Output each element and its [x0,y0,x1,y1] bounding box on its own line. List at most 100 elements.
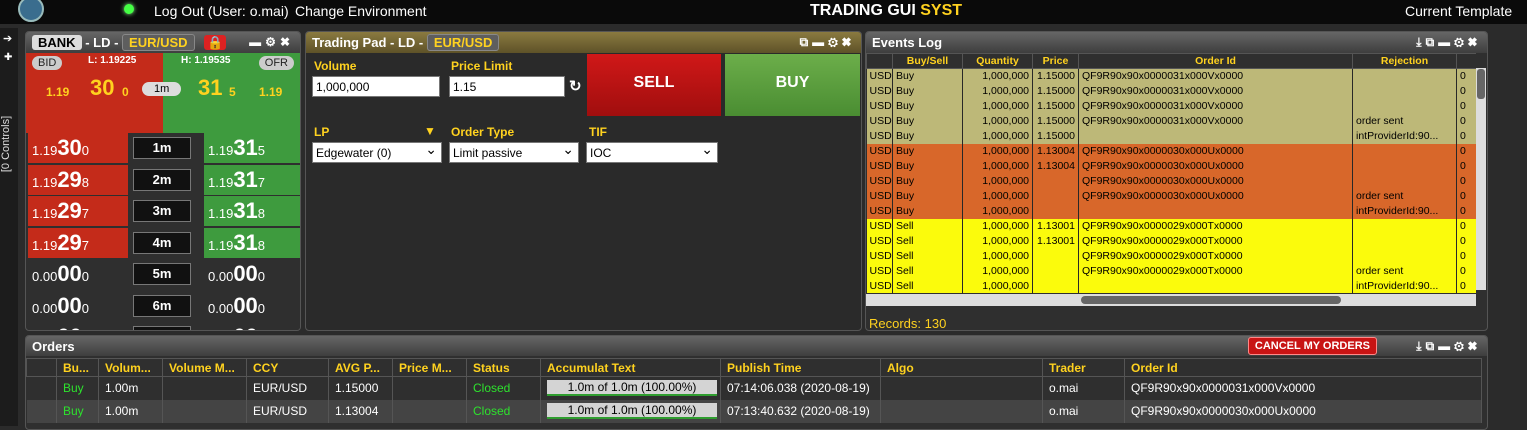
orders-column-header[interactable]: Algo [880,358,1043,377]
events-row[interactable]: USD Buy 1,000,000 1.15000 QF9R90x90x0000031x… [866,68,1476,84]
events-row[interactable]: USD Sell 1,000,000 QF9R90x90x0000029x000Tx0… [866,248,1476,264]
size-tag[interactable]: 1m [142,82,182,96]
events-row[interactable]: USD Buy 1,000,000 1.15000 QF9R90x90x0000031x… [866,83,1476,99]
popout-icon[interactable]: ⧉ [1426,35,1439,49]
minimize-icon[interactable]: ▬ [249,35,265,49]
ladder-size-button[interactable]: 1m [133,137,191,159]
settings-icon[interactable]: ⚙ [1454,339,1468,353]
ladder-ofr-cell[interactable]: 1.19315 [204,133,300,163]
events-vscrollbar[interactable] [1476,68,1486,290]
download-icon[interactable]: ⤓ [1416,35,1425,49]
orders-column-header[interactable]: Bu... [56,358,99,377]
logout-link[interactable]: Log Out (User: o.mai) [154,3,289,19]
events-row[interactable]: USD Buy 1,000,000 1.13004 QF9R90x90x0000030x… [866,143,1476,159]
settings-icon[interactable]: ⚙ [828,35,842,49]
tif-select[interactable]: IOC [586,142,718,163]
price-limit-input[interactable]: 1.15 [449,76,565,97]
orders-row[interactable]: Buy 1.00m EUR/USD 1.13004 Closed 1.0m of 1.0m… [26,399,1482,423]
orders-row[interactable]: Buy 1.00m EUR/USD 1.15000 Closed 1.0m of 1.0m… [26,376,1482,400]
orders-column-header[interactable]: CCY [246,358,329,377]
ladder-size-button[interactable]: 3m [133,200,191,222]
minimize-icon[interactable]: ▬ [1438,339,1454,353]
buy-button[interactable]: BUY [725,54,860,116]
volume-input[interactable]: 1,000,000 [312,76,440,97]
ladder-size-button[interactable]: 4m [133,231,191,254]
ladder-ofr-cell[interactable]: 0.00000 [204,290,300,321]
events-row[interactable]: USD Buy 1,000,000 1.13004 QF9R90x90x0000030x… [866,158,1476,174]
minimize-icon[interactable]: ▬ [1438,35,1454,49]
close-icon[interactable]: ✖ [280,35,294,49]
expand-arrow-icon[interactable]: ➔ [3,32,12,45]
ladder-bid-cell[interactable]: 1.19298 [28,164,128,195]
ladder-size-button[interactable]: 2m [133,168,191,191]
events-row[interactable]: USD Buy 1,000,000 QF9R90x90x0000030x000Ux00… [866,173,1476,189]
events-row[interactable]: USD Sell 1,000,000 QF9R90x90x0000029x000Tx0… [866,263,1476,279]
events-column-header[interactable] [866,53,893,69]
download-icon[interactable]: ⤓ [1416,339,1425,353]
ladder-size-button[interactable]: 7m [133,326,191,330]
events-hscrollbar[interactable] [866,294,1476,306]
close-icon[interactable]: ✖ [842,35,855,49]
pin-icon[interactable]: ✚ [4,52,12,63]
ladder-size-button[interactable]: 6m [133,294,191,317]
controls-sidebar[interactable]: ➔ ✚ [0 Controls] [0,28,18,426]
orders-column-header[interactable]: Volum... [98,358,163,377]
minimize-icon[interactable]: ▬ [812,35,828,49]
events-row[interactable]: USD Sell 1,000,000 1.13001 QF9R90x90x0000029… [866,218,1476,234]
orders-column-header[interactable]: Volume M... [162,358,247,377]
events-column-header[interactable] [1456,53,1476,69]
events-row[interactable]: USD Buy 1,000,000 intProviderId:90... 0 [866,203,1476,219]
pad-ccy-selector[interactable]: EUR/USD [426,34,500,51]
events-row[interactable]: USD Buy 1,000,000 QF9R90x90x0000030x000Ux00… [866,188,1476,204]
orders-column-header[interactable]: Trader [1042,358,1125,377]
orders-column-header[interactable]: Status [466,358,541,377]
filter-icon[interactable]: ▼ [424,124,436,138]
orders-column-header[interactable]: AVG P... [328,358,393,377]
current-template-menu[interactable]: Current Template [1405,3,1512,19]
close-icon[interactable]: ✖ [1468,35,1481,49]
orders-column-header[interactable] [26,358,57,377]
change-environment-link[interactable]: Change Environment [295,3,427,19]
events-row[interactable]: USD Buy 1,000,000 1.15000 intProviderId:90..… [866,128,1476,144]
lp-select[interactable]: Edgewater (0) [312,142,442,163]
ofr-quote[interactable]: OFR H: 1.19535 31 5 1.19 [163,53,300,133]
settings-icon[interactable]: ⚙ [1454,35,1468,49]
refresh-icon[interactable]: ↻ [569,77,582,95]
cancel-my-orders-button[interactable]: CANCEL MY ORDERS [1247,337,1377,355]
events-row[interactable]: USD Buy 1,000,000 1.15000 QF9R90x90x0000031x… [866,98,1476,114]
events-column-header[interactable]: Rejection [1352,53,1457,69]
orders-column-header[interactable]: Accumulat Text [540,358,721,377]
events-column-header[interactable]: Order Id [1078,53,1353,69]
ladder-bid-cell[interactable]: 0.00000 [28,322,128,330]
settings-icon[interactable]: ⚙ [265,35,280,49]
lock-icon[interactable]: 🔒 [204,35,227,50]
order-type-select[interactable]: Limit passive [449,142,579,163]
events-column-header[interactable]: Quantity [962,53,1033,69]
orders-column-header[interactable]: Price M... [392,358,467,377]
orders-column-header[interactable]: Order Id [1124,358,1482,377]
ladder-bid-cell[interactable]: 0.00000 [28,259,128,289]
ladder-ofr-cell[interactable]: 0.00000 [204,322,300,330]
events-row[interactable]: USD Sell 1,000,000 1.13001 QF9R90x90x0000029… [866,233,1476,249]
events-column-header[interactable]: Price [1032,53,1079,69]
close-icon[interactable]: ✖ [1468,339,1481,353]
bank-ccy-selector[interactable]: EUR/USD [122,34,195,51]
ladder-bid-cell[interactable]: 0.00000 [28,290,128,321]
ladder-ofr-cell[interactable]: 1.19318 [204,196,300,226]
popout-icon[interactable]: ⧉ [800,35,813,49]
orders-cell: 1.0m of 1.0m (100.00%) [540,376,721,400]
ladder-size-button[interactable]: 5m [133,263,191,285]
ladder-bid-cell[interactable]: 1.19300 [28,133,128,163]
ladder-ofr-cell[interactable]: 1.19318 [204,227,300,258]
events-column-header[interactable]: Buy/Sell [892,53,963,69]
sell-button[interactable]: SELL [587,54,721,116]
events-row[interactable]: USD Buy 1,000,000 1.15000 QF9R90x90x0000031x… [866,113,1476,129]
ladder-ofr-cell[interactable]: 1.19317 [204,164,300,195]
ladder-ofr-cell[interactable]: 0.00000 [204,259,300,289]
ladder-bid-cell[interactable]: 1.19297 [28,196,128,226]
popout-icon[interactable]: ⧉ [1426,339,1439,353]
events-row[interactable]: USD Sell 1,000,000 intProviderId:90... 0 [866,278,1476,293]
ladder-bid-cell[interactable]: 1.19297 [28,227,128,258]
bank-selector[interactable]: BANK [32,35,82,50]
orders-column-header[interactable]: Publish Time [720,358,881,377]
